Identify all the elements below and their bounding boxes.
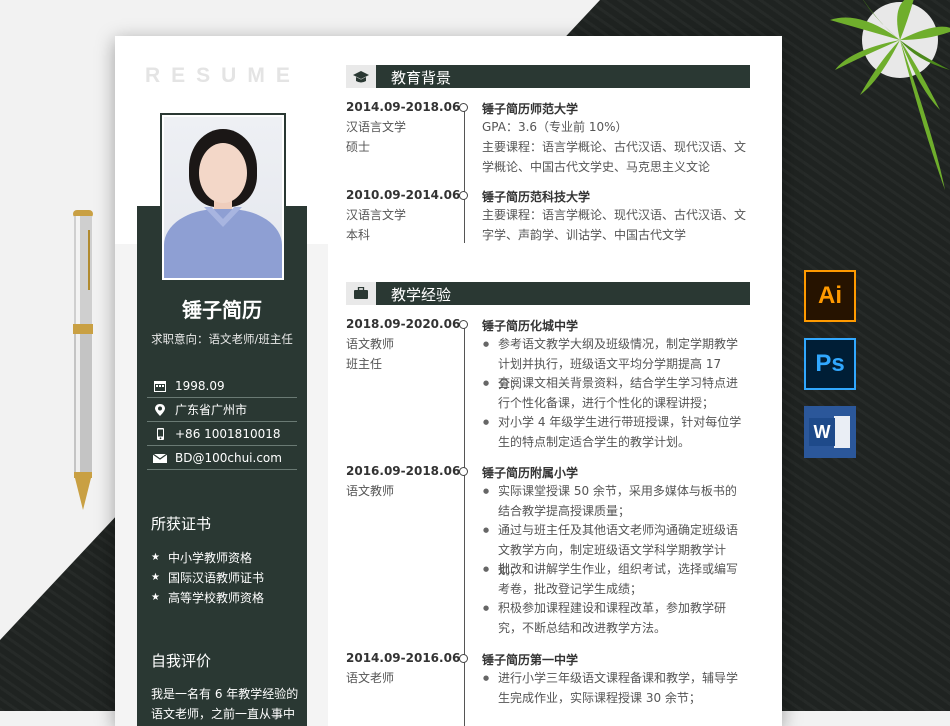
timeline-dot	[459, 103, 468, 112]
location-pin-icon	[155, 403, 165, 416]
job-intent: 求职意向：语文老师/班主任	[151, 332, 293, 346]
edu-date: 2010.09-2014.06	[346, 188, 461, 202]
location-row: 广东省广州市	[147, 398, 297, 422]
self-eval-title: 自我评价	[151, 652, 212, 670]
exp-school: 锤子简历第一中学	[482, 653, 579, 667]
experience-title: 教学经验	[391, 286, 452, 304]
edu-courses: 主要课程：语言学概论、现代汉语、古代汉语、文字学、声韵学、训诂学、中国古代文学	[482, 208, 747, 242]
exp-role: 语文教师	[346, 484, 395, 498]
certificates-list: ★ 中小学教师资格 ★ 国际汉语教师证书 ★ 高等学校教师资格	[151, 547, 264, 607]
timeline-dot	[459, 654, 468, 663]
exp-bullet: 批改和讲解学生作业，组织考试，选择或编写考卷，批改登记学生成绩；	[482, 559, 748, 599]
exp-role: 班主任	[346, 357, 383, 371]
illustrator-icon: Ai	[804, 270, 856, 322]
self-eval-text: 我是一名有 6 年教学经验的语文老师，之前一直从事中	[151, 687, 299, 721]
briefcase-icon	[346, 282, 376, 305]
timeline-dot	[459, 191, 468, 200]
edu-courses: 主要课程：语言学概论、古代汉语、现代汉语、文学概论、中国古代文学史、马克思主义文…	[482, 140, 747, 174]
exp-bullet: 查阅课文相关背景资料，结合学生学习特点进行个性化备课，进行个性化的课程讲授；	[482, 373, 748, 413]
profile-photo	[164, 117, 282, 278]
resume-watermark: RESUME	[145, 64, 301, 87]
edu-gpa: GPA：3.6（专业前 10%）	[482, 120, 628, 134]
education-header: 教育背景	[346, 65, 750, 88]
resume-paper: RESUME 锤子简历 求职意向：语文老师/班主任 1998.09 广东省广州市…	[115, 36, 782, 726]
edu-school: 锤子简历范科技大学	[482, 190, 591, 204]
exp-school: 锤子简历附属小学	[482, 466, 579, 480]
experience-timeline	[464, 323, 465, 726]
photo-face	[199, 143, 247, 203]
contact-info: 1998.09 广东省广州市 +86 1001810018 BD@100chui…	[147, 374, 297, 470]
certificate-item: ★ 国际汉语教师证书	[151, 570, 264, 585]
birth-row: 1998.09	[147, 374, 297, 398]
sidebar: 锤子简历 求职意向：语文老师/班主任 1998.09 广东省广州市 +86 10…	[137, 206, 307, 726]
photoshop-icon: Ps	[804, 338, 856, 390]
edu-major: 汉语言文学	[346, 120, 407, 134]
star-icon: ★	[151, 571, 160, 583]
exp-bullet: 实际课堂授课 50 余节，采用多媒体与板书的结合教学提高授课质量；	[482, 481, 748, 521]
graduation-cap-icon	[346, 65, 376, 88]
exp-role: 语文老师	[346, 671, 395, 685]
profile-photo-frame	[160, 113, 286, 282]
phone-row: +86 1001810018	[147, 422, 297, 446]
exp-bullet: 积极参加课程建设和课程改革，参加教学研究，不断总结和改进教学方法。	[482, 598, 748, 638]
phone-value[interactable]: +86 1001810018	[175, 427, 281, 441]
exp-date: 2018.09-2020.06	[346, 317, 461, 331]
exp-school: 锤子简历化城中学	[482, 319, 579, 333]
education-timeline	[464, 106, 465, 243]
fountain-pen-decoration	[73, 210, 93, 510]
certificate-item: ★ 中小学教师资格	[151, 550, 252, 565]
word-page-shape	[834, 416, 850, 448]
edu-degree: 硕士	[346, 140, 371, 154]
edu-date: 2014.09-2018.06	[346, 100, 461, 114]
location-value: 广东省广州市	[175, 403, 248, 417]
birth-value: 1998.09	[175, 378, 225, 393]
word-letter-box: W	[809, 418, 835, 446]
timeline-dot	[459, 467, 468, 476]
experience-header: 教学经验	[346, 282, 750, 305]
edu-school: 锤子简历师范大学	[482, 102, 579, 116]
mail-icon	[152, 453, 168, 463]
exp-bullet: 对小学 4 年级学生进行带班授课，针对每位学生的特点制定适合学生的教学计划。	[482, 412, 748, 452]
edu-degree: 本科	[346, 228, 371, 242]
exp-role: 语文教师	[346, 337, 395, 351]
phone-icon	[157, 427, 164, 440]
edu-major: 汉语言文学	[346, 208, 407, 222]
star-icon: ★	[151, 551, 160, 563]
plant-decoration	[830, 0, 950, 190]
timeline-dot	[459, 320, 468, 329]
calendar-icon	[154, 380, 166, 392]
certificates-title: 所获证书	[151, 515, 212, 533]
star-icon: ★	[151, 591, 160, 603]
email-value[interactable]: BD@100chui.com	[175, 451, 282, 465]
education-title: 教育背景	[391, 69, 452, 87]
exp-bullet: 进行小学三年级语文课程备课和教学，辅导学生完成作业，实际课程授课 30 余节；	[482, 668, 748, 708]
candidate-name: 锤子简历	[182, 298, 262, 322]
exp-date: 2016.09-2018.06	[346, 464, 461, 478]
word-icon: W	[804, 406, 856, 458]
certificate-item: ★ 高等学校教师资格	[151, 590, 264, 605]
email-row: BD@100chui.com	[147, 446, 297, 470]
exp-date: 2014.09-2016.06	[346, 651, 461, 665]
